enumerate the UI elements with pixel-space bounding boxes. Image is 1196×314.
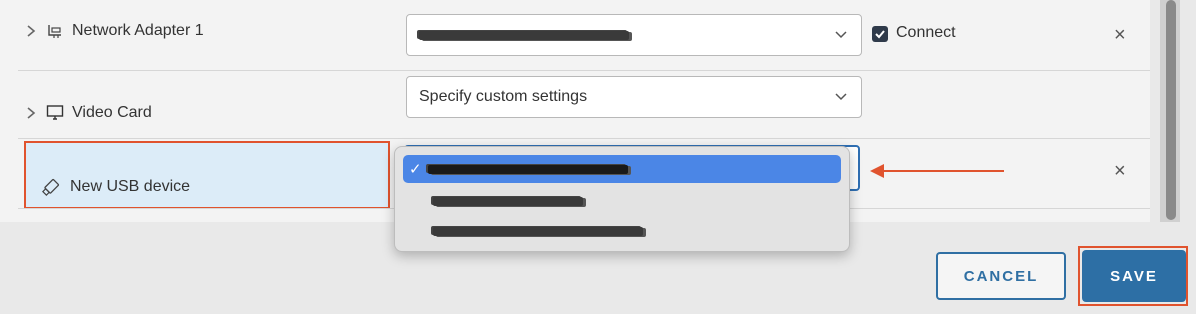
chevron-right-icon[interactable] xyxy=(24,24,38,38)
close-icon[interactable]: × xyxy=(1114,24,1126,47)
video-card-row-label[interactable]: Video Card xyxy=(24,104,152,122)
caret-down-icon xyxy=(835,31,847,39)
network-adapter-label: Network Adapter 1 xyxy=(72,22,204,39)
usb-row-label[interactable]: New USB device xyxy=(40,176,190,198)
annotation-arrow xyxy=(884,170,1004,172)
caret-down-icon xyxy=(835,93,847,101)
checkmark-icon: ✓ xyxy=(409,161,422,178)
dropdown-option[interactable] xyxy=(403,187,841,215)
video-card-select[interactable]: Specify custom settings xyxy=(406,76,862,118)
video-card-value: Specify custom settings xyxy=(419,88,588,105)
usb-device-label: New USB device xyxy=(70,178,191,195)
network-adapter-row-label[interactable]: Network Adapter 1 xyxy=(24,22,204,40)
row-divider xyxy=(18,70,1150,71)
dropdown-option-label xyxy=(433,196,583,206)
usb-device-dropdown: ✓ xyxy=(394,146,850,252)
checkmark-icon xyxy=(875,30,885,39)
usb-icon xyxy=(42,178,60,196)
network-adapter-icon xyxy=(48,25,61,38)
annotation-arrowhead xyxy=(870,164,884,178)
row-divider xyxy=(18,138,1150,139)
scrollbar-thumb[interactable] xyxy=(1166,0,1176,220)
connect-checkbox[interactable] xyxy=(872,26,888,42)
dropdown-option-label xyxy=(427,164,628,174)
cancel-button[interactable]: CANCEL xyxy=(936,252,1066,300)
save-button[interactable]: SAVE xyxy=(1082,250,1186,302)
video-card-label: Video Card xyxy=(72,104,152,121)
chevron-right-icon[interactable] xyxy=(24,106,38,120)
dropdown-option[interactable]: ✓ xyxy=(403,155,841,183)
dropdown-option-label xyxy=(433,226,643,236)
usb-row-highlight xyxy=(24,141,390,209)
network-adapter-select[interactable] xyxy=(406,14,862,56)
close-icon[interactable]: × xyxy=(1114,160,1126,183)
monitor-icon xyxy=(46,105,64,120)
network-adapter-value xyxy=(419,30,629,40)
connect-label[interactable]: Connect xyxy=(896,24,956,42)
dropdown-option[interactable] xyxy=(403,217,841,245)
